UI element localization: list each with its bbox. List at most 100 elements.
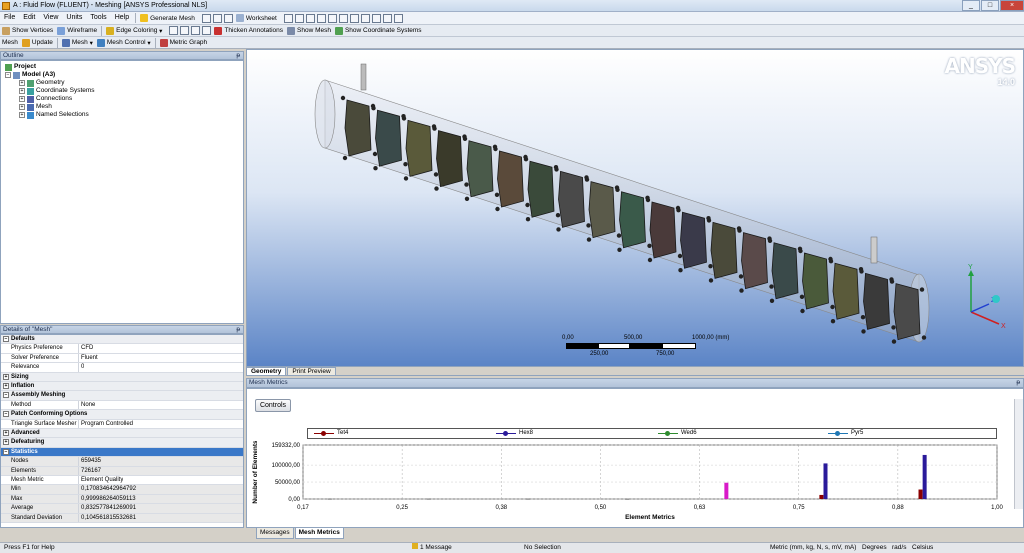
zoom-icon[interactable] <box>316 13 326 23</box>
collapse-icon[interactable]: − <box>3 448 9 455</box>
tree-project[interactable]: Project <box>5 63 36 71</box>
tab-geometry[interactable]: Geometry <box>246 367 287 375</box>
next-view-icon[interactable] <box>371 13 381 23</box>
generate-mesh-button[interactable]: Generate Mesh <box>138 13 197 24</box>
pin-icon[interactable]: ᵽ <box>236 326 240 333</box>
edge-style2-icon[interactable] <box>180 26 190 35</box>
wireframe-button[interactable]: Wireframe <box>55 25 99 36</box>
metric-graph-button[interactable]: Metric Graph <box>158 37 210 48</box>
mesh-dropdown[interactable]: Mesh ▾ <box>60 37 95 48</box>
details-row-method[interactable]: Method None <box>1 400 243 411</box>
x-tick-label: 0,38 <box>495 505 507 511</box>
tree-named-selections[interactable]: + Named Selections <box>19 111 89 119</box>
expand-icon[interactable]: + <box>19 88 25 94</box>
details-row-nodes[interactable]: Nodes 659435 <box>1 457 243 467</box>
expand-icon[interactable]: + <box>3 373 9 380</box>
details-row-mesh-metric[interactable]: Mesh Metric Element Quality <box>1 476 243 486</box>
edge-coloring-dropdown[interactable]: Edge Coloring ▾ <box>104 25 164 36</box>
rotate-icon[interactable] <box>305 13 315 23</box>
details-group-statistics[interactable]: − Statistics <box>1 447 243 458</box>
details-row-solver-preference[interactable]: Solver Preference Fluent <box>1 353 243 364</box>
menu-view[interactable]: View <box>39 12 62 24</box>
status-temperature[interactable]: Celsius <box>912 543 933 553</box>
show-vertices-button[interactable]: Show Vertices <box>0 25 55 36</box>
status-units[interactable]: Metric (mm, kg, N, s, mV, mA) <box>770 543 856 553</box>
menu-help[interactable]: Help <box>111 12 133 24</box>
iso-view-icon[interactable] <box>382 13 392 23</box>
vertical-scrollbar[interactable] <box>1014 399 1023 509</box>
layout-icon[interactable] <box>393 13 403 23</box>
edge-style3-icon[interactable] <box>191 26 201 35</box>
collapse-icon[interactable]: − <box>5 72 11 78</box>
details-group-sizing[interactable]: + Sizing <box>1 372 243 382</box>
tree-connections[interactable]: + Connections <box>19 95 72 103</box>
details-row-max[interactable]: Max 0,999986264059113 <box>1 494 243 505</box>
details-row-min[interactable]: Min 0,170834642964792 <box>1 485 243 495</box>
status-rate[interactable]: rad/s <box>892 543 906 553</box>
details-row-triangle-surface-mesher[interactable]: Triangle Surface Mesher Program Controlle… <box>1 419 243 429</box>
menu-edit[interactable]: Edit <box>19 12 39 24</box>
collapse-icon[interactable]: − <box>3 392 9 399</box>
expand-icon[interactable]: + <box>19 104 25 110</box>
pin-icon[interactable]: ᵽ <box>236 52 240 59</box>
expand-icon[interactable]: + <box>3 383 9 389</box>
tab-mesh-metrics[interactable]: Mesh Metrics <box>294 528 344 539</box>
magnifier-icon[interactable] <box>349 13 359 23</box>
details-row-average[interactable]: Average 0,832577841269091 <box>1 504 243 514</box>
baffle-fastener <box>525 202 530 208</box>
details-row-standard-deviation[interactable]: Standard Deviation 0,104561815532681 <box>1 513 243 523</box>
graphics-viewport[interactable]: ANSYS 14.0 Y X Z 0,00 500,00 1000,00 (mm… <box>246 49 1024 367</box>
print-icon[interactable] <box>212 13 222 23</box>
expand-icon[interactable]: + <box>3 430 9 436</box>
details-group-defaults[interactable]: − Defaults <box>1 335 243 345</box>
controls-button[interactable]: Controls <box>255 399 291 412</box>
collapse-icon[interactable]: − <box>3 411 9 418</box>
thicken-annotations-button[interactable]: Thicken Annotations <box>212 25 285 36</box>
zoom-fit-icon[interactable] <box>338 13 348 23</box>
details-group-defeaturing[interactable]: + Defeaturing <box>1 438 243 448</box>
show-mesh-button[interactable]: Show Mesh <box>285 25 333 36</box>
tree-model[interactable]: − Model (A3) <box>5 71 55 79</box>
menu-tools[interactable]: Tools <box>86 12 110 24</box>
maximize-button[interactable]: □ <box>981 0 999 11</box>
pin-icon[interactable]: ᵽ <box>1016 379 1020 386</box>
details-row-elements[interactable]: Elements 726167 <box>1 466 243 476</box>
collapse-icon[interactable]: − <box>3 336 9 342</box>
tube-end-left <box>314 79 336 149</box>
expand-icon[interactable]: + <box>3 439 9 446</box>
zoom-box-icon[interactable] <box>327 13 337 23</box>
copy-icon[interactable] <box>223 13 233 23</box>
select-icon[interactable] <box>283 13 293 23</box>
edge-style4-icon[interactable] <box>202 26 212 35</box>
menu-units[interactable]: Units <box>62 12 86 24</box>
expand-icon[interactable]: + <box>19 112 25 118</box>
menu-file[interactable]: File <box>0 12 19 24</box>
details-group-advanced[interactable]: + Advanced <box>1 429 243 439</box>
details-group-assembly-meshing[interactable]: − Assembly Meshing <box>1 391 243 401</box>
update-button[interactable]: Update <box>20 37 55 48</box>
tree-coordinate-systems[interactable]: + Coordinate Systems <box>19 87 95 95</box>
expand-icon[interactable]: + <box>19 80 25 86</box>
axis-triad: Y X Z <box>968 264 1006 330</box>
baffle-plate <box>771 242 799 300</box>
edge-style-icon[interactable] <box>169 26 179 35</box>
tree-geometry[interactable]: + Geometry <box>19 79 65 87</box>
status-angle[interactable]: Degrees <box>862 543 887 553</box>
minimize-button[interactable]: _ <box>962 0 980 11</box>
status-messages[interactable]: 1 Message <box>412 543 452 553</box>
details-group-patch-conforming-options[interactable]: − Patch Conforming Options <box>1 410 243 420</box>
tab-messages[interactable]: Messages <box>256 528 294 539</box>
tree-mesh[interactable]: + Mesh <box>19 103 52 111</box>
details-row-relevance[interactable]: Relevance 0 <box>1 363 243 373</box>
worksheet-button[interactable]: Worksheet <box>234 13 279 24</box>
previous-view-icon[interactable] <box>360 13 370 23</box>
close-button[interactable]: × <box>1000 0 1024 11</box>
mesh-control-dropdown[interactable]: Mesh Control ▾ <box>95 37 153 48</box>
details-group-inflation[interactable]: + Inflation <box>1 382 243 392</box>
expand-icon[interactable]: + <box>19 96 25 102</box>
tab-print-preview[interactable]: Print Preview <box>287 367 336 375</box>
show-coordinate-systems-button[interactable]: Show Coordinate Systems <box>333 25 424 36</box>
details-row-physics-preference[interactable]: Physics Preference CFD <box>1 344 243 354</box>
pan-icon[interactable] <box>294 13 304 23</box>
image-icon[interactable] <box>201 13 211 23</box>
